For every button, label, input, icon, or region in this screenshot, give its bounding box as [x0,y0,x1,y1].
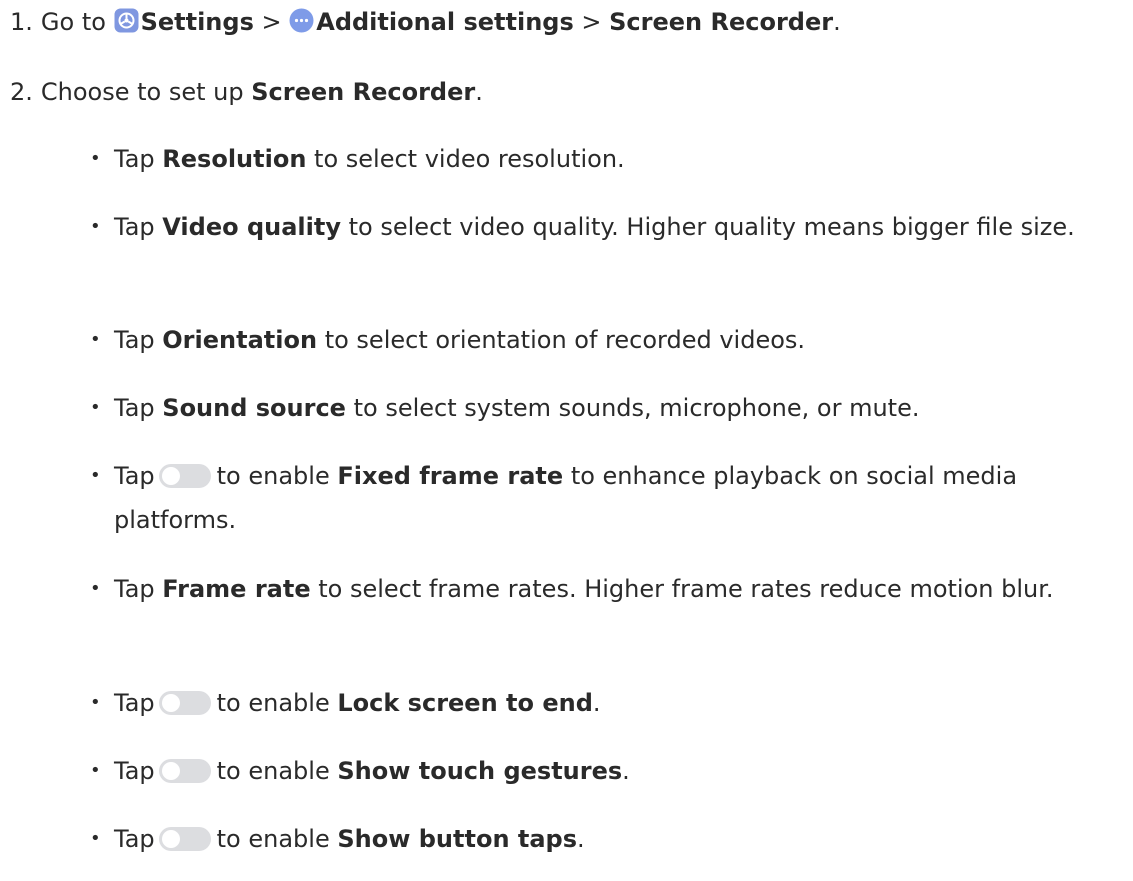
frame-rate-label: Frame rate [162,575,311,603]
fixed-frame-rate-label: Fixed frame rate [337,462,564,490]
bullet-dot: • [90,760,101,781]
tap-text: Tap [114,825,155,853]
bullet-dot: • [90,148,101,169]
toggle-switch-off-icon [158,759,211,783]
toggle-switch-off-icon [158,827,211,851]
orientation-label: Orientation [162,326,318,354]
tap-text: Tap [114,326,155,354]
bullet-frame-rate: • Tap Frame rate to select frame rates. … [90,567,1130,611]
step-text: Choose to set up [40,78,244,106]
settings-gear-icon [114,8,139,33]
step-2: 2. Choose to set up Screen Recorder. [10,76,483,108]
bullet-orientation: • Tap Orientation to select orientation … [90,318,1130,362]
bullet-button-taps: • Tap to enable Show button taps. [90,817,1130,861]
tap-text: Tap [114,462,155,490]
bullet-touch-gestures: • Tap to enable Show touch gestures. [90,749,1130,793]
to-enable-text: to enable [216,825,330,853]
bullet-dot: • [90,216,101,237]
period: . [577,825,585,853]
bullet-lock-screen: • Tap to enable Lock screen to end. [90,681,1130,725]
video-quality-label: Video quality [162,213,341,241]
period: . [475,78,483,106]
settings-label: Settings [140,8,254,36]
tap-text: Tap [114,689,155,717]
separator: > [581,8,602,36]
to-enable-text: to enable [216,462,330,490]
tap-text: Tap [114,757,155,785]
bullet-dot: • [90,578,101,599]
touch-gestures-label: Show touch gestures [337,757,623,785]
toggle-switch-off-icon [158,691,211,715]
bullet-dot: • [90,465,101,486]
bullet-dot: • [90,397,101,418]
bullet-text: to select orientation of recorded videos… [324,326,806,354]
to-enable-text: to enable [216,689,330,717]
toggle-switch-off-icon [158,464,211,488]
bullet-resolution: • Tap Resolution to select video resolut… [90,137,1130,181]
bullet-text: to select system sounds, microphone, or … [353,394,920,422]
bullet-fixed-frame-rate: • Tap to enable Fixed frame rate to enhan… [90,454,1130,542]
additional-settings-label: Additional settings [316,8,574,36]
more-dots-icon [289,8,314,33]
bullet-video-quality: • Tap Video quality to select video qual… [90,205,1130,249]
tap-text: Tap [114,145,155,173]
tap-text: Tap [114,575,155,603]
sound-source-label: Sound source [162,394,346,422]
step-text: Go to [40,8,106,36]
bullet-text: to select video resolution. [314,145,625,173]
step-number: 2. [10,78,33,106]
button-taps-label: Show button taps [337,825,578,853]
tap-text: Tap [114,213,155,241]
lock-screen-label: Lock screen to end [337,689,593,717]
tap-text: Tap [114,394,155,422]
step-1: 1. Go to Settings > Additional settings >… [10,6,841,38]
separator: > [261,8,282,36]
bullet-dot: • [90,329,101,350]
period: . [833,8,841,36]
to-enable-text: to enable [216,757,330,785]
bullet-text: to select video quality. Higher quality … [348,213,1075,241]
bullet-text: to select frame rates. Higher frame rate… [318,575,1054,603]
screen-recorder-label: Screen Recorder [251,78,476,106]
period: . [592,689,601,717]
period: . [622,757,630,785]
resolution-label: Resolution [162,145,307,173]
bullet-sound-source: • Tap Sound source to select system soun… [90,386,1130,430]
screen-recorder-label: Screen Recorder [609,8,834,36]
step-number: 1. [10,8,33,36]
bullet-dot: • [90,692,101,713]
bullet-dot: • [90,828,101,849]
